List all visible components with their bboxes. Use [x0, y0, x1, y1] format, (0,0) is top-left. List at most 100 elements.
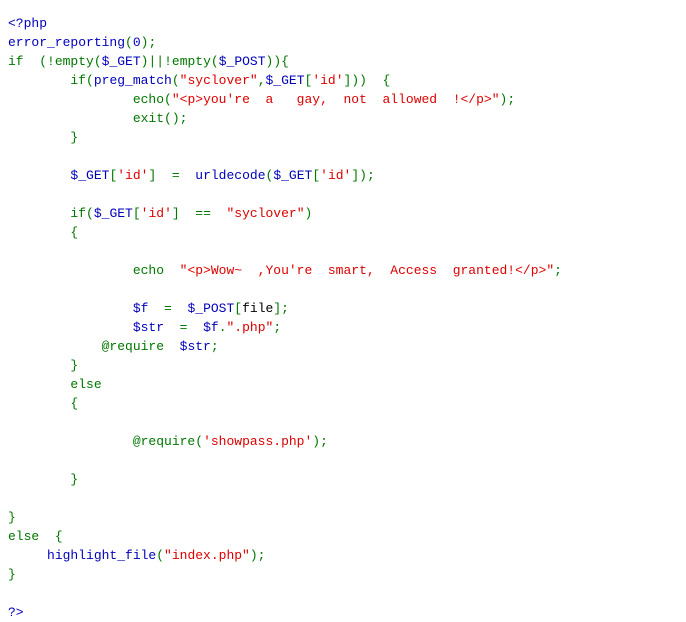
- keyword-echo: echo: [132, 92, 165, 107]
- code-line: $f = $_POST[file];: [8, 299, 562, 318]
- punctuation: );: [312, 434, 328, 449]
- variable-post: $_POST: [187, 301, 235, 316]
- punctuation: }: [70, 130, 79, 145]
- variable-post: $_POST: [218, 54, 266, 69]
- punctuation: }: [8, 510, 16, 525]
- code-line: else: [8, 375, 562, 394]
- keyword-exit: exit: [132, 111, 165, 126]
- variable-get: $_GET: [70, 168, 110, 183]
- punctuation: ): [304, 206, 313, 221]
- string-index-php: "index.php": [164, 548, 250, 563]
- keyword-if: if: [70, 73, 87, 88]
- punctuation: ])) {: [343, 73, 391, 88]
- code-line: echo("<p>you're a gay, not allowed !</p>…: [8, 90, 562, 109]
- string-deny-message: "<p>you're a gay, not allowed !</p>": [171, 92, 500, 107]
- function-preg-match: preg_match: [93, 73, 172, 88]
- code-line: @require('showpass.php');: [8, 432, 562, 451]
- function-empty: empty: [171, 54, 211, 69]
- keyword-require: @require: [101, 339, 165, 354]
- punctuation: (: [125, 35, 133, 50]
- code-line: highlight_file("index.php");: [8, 546, 562, 565]
- code-line: $str = $f.".php";: [8, 318, 562, 337]
- string-key-id: 'id': [312, 73, 344, 88]
- punctuation: (: [164, 92, 172, 107]
- code-line: }: [8, 508, 562, 527]
- string-php-extension: ".php": [226, 320, 274, 335]
- variable-get: $_GET: [265, 73, 305, 88]
- code-line: }: [8, 356, 562, 375]
- code-line: <?php: [8, 14, 562, 33]
- punctuation: {: [70, 396, 79, 411]
- php-close-tag: ?>: [8, 605, 24, 620]
- punctuation: );: [140, 35, 157, 50]
- punctuation: ;: [554, 263, 562, 278]
- code-line: }: [8, 128, 562, 147]
- punctuation: ;: [273, 320, 282, 335]
- code-line: $_GET['id'] = urldecode($_GET['id']);: [8, 166, 562, 185]
- code-line: if(preg_match("syclover",$_GET['id'])) {: [8, 71, 562, 90]
- keyword-else: else: [8, 529, 40, 544]
- code-line: ?>: [8, 603, 562, 622]
- punctuation: }: [70, 358, 79, 373]
- function-highlight-file: highlight_file: [47, 548, 157, 563]
- number-zero: 0: [132, 35, 141, 50]
- code-line: }: [8, 565, 562, 584]
- punctuation: =: [179, 320, 188, 335]
- keyword-if: if: [8, 54, 24, 69]
- punctuation: }: [70, 472, 79, 487]
- punctuation: [: [234, 301, 243, 316]
- punctuation: {: [54, 529, 63, 544]
- php-open-tag: <?php: [8, 16, 48, 31]
- punctuation: {: [70, 225, 79, 240]
- punctuation: ];: [273, 301, 289, 316]
- punctuation: (: [86, 206, 94, 221]
- code-line: exit();: [8, 109, 562, 128]
- keyword-require: @require: [132, 434, 196, 449]
- punctuation: );: [499, 92, 516, 107]
- code-line: error_reporting(0);: [8, 33, 562, 52]
- code-line: {: [8, 394, 562, 413]
- variable-f: $f: [203, 320, 219, 335]
- variable-str: $str: [179, 339, 211, 354]
- code-line: echo "<p>Wow~ ,You're smart, Access gran…: [8, 261, 562, 280]
- function-empty: empty: [54, 54, 94, 69]
- keyword-if: if: [70, 206, 87, 221]
- punctuation: .: [218, 320, 227, 335]
- string-key-id: 'id': [117, 168, 149, 183]
- variable-get: $_GET: [273, 168, 313, 183]
- variable-f: $f: [132, 301, 149, 316]
- punctuation: [: [312, 168, 321, 183]
- punctuation: (: [195, 434, 204, 449]
- string-grant-message: "<p>Wow~ ,You're smart, Access granted!<…: [179, 263, 555, 278]
- punctuation: )){: [265, 54, 289, 69]
- variable-str: $str: [132, 320, 165, 335]
- variable-get: $_GET: [93, 206, 133, 221]
- punctuation: [: [132, 206, 141, 221]
- code-line: @require $str;: [8, 337, 562, 356]
- punctuation: ,: [257, 73, 266, 88]
- punctuation: ]);: [351, 168, 375, 183]
- code-line: else {: [8, 527, 562, 546]
- punctuation: }: [8, 567, 16, 582]
- punctuation: (: [86, 73, 94, 88]
- punctuation: )||!: [140, 54, 172, 69]
- punctuation: ();: [164, 111, 188, 126]
- punctuation: ] ==: [171, 206, 227, 221]
- punctuation: ] =: [148, 168, 196, 183]
- php-source-code-listing: <?php error_reporting(0); if (!empty($_GET…: [8, 14, 562, 622]
- code-line: }: [8, 470, 562, 489]
- array-key-file: file: [242, 301, 274, 316]
- function-error-reporting: error_reporting: [8, 35, 126, 50]
- string-key-id: 'id': [140, 206, 172, 221]
- punctuation: =: [164, 301, 172, 316]
- punctuation: (: [171, 73, 180, 88]
- string-key-id: 'id': [320, 168, 352, 183]
- code-line: {: [8, 223, 562, 242]
